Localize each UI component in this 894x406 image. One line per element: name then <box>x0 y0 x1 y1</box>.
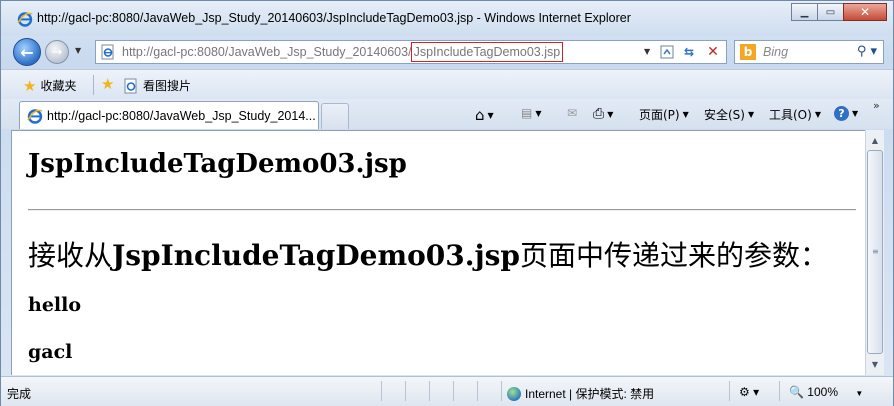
page-menu-label: 页面(P) <box>639 108 680 122</box>
vertical-scrollbar[interactable]: ▲ ≡ ▼ <box>865 130 884 375</box>
status-separator <box>729 381 730 401</box>
zone-label: Internet | 保护模式: 禁用 <box>525 387 655 401</box>
status-separator <box>429 381 430 401</box>
toolbar-overflow-icon[interactable]: » <box>873 99 880 112</box>
page-title: JspIncludeTagDemo03.jsp <box>28 149 407 179</box>
params-heading: 接收从JspIncludeTagDemo03.jsp页面中传递过来的参数： <box>28 234 828 274</box>
separator <box>93 75 94 95</box>
suggested-site-label: 看图搜片 <box>143 79 192 93</box>
ie-tab-icon <box>27 109 43 124</box>
home-button[interactable]: ⌂ ▼ <box>475 106 494 124</box>
tab-row: http://gacl-pc:8080/JavaWeb_Jsp_Study_20… <box>1 99 893 129</box>
grip-icon: ≡ <box>872 247 879 256</box>
rss-icon: ▤ <box>521 106 533 120</box>
address-url[interactable]: http://gacl-pc:8080/JavaWeb_Jsp_Study_20… <box>122 42 564 62</box>
back-button[interactable]: ← <box>13 38 41 66</box>
window-controls: ▁ ▭ ✕ <box>791 3 887 21</box>
horizontal-rule <box>28 209 856 211</box>
url-prefix: http://gacl-pc:8080/JavaWeb_Jsp_Study_20… <box>122 45 412 59</box>
favorites-bar: ★ 收藏夹 ★ 看图搜片 <box>1 69 893 99</box>
print-button[interactable]: ⎙ ▼ <box>593 106 613 122</box>
stop-icon[interactable]: ✕ <box>704 44 722 60</box>
navigation-bar: ← → ▼ http://gacl-pc:8080/JavaWeb_Jsp_St… <box>1 35 893 67</box>
feeds-button[interactable]: ▤ ▼ <box>521 106 542 120</box>
maximize-button[interactable]: ▭ <box>817 3 844 21</box>
settings-icon[interactable]: ⚙ ▾ <box>739 385 759 399</box>
status-separator <box>381 381 382 401</box>
help-icon: ? <box>834 106 849 121</box>
favorites-button[interactable]: ★ 收藏夹 <box>23 77 76 94</box>
param-value: gacl <box>28 341 73 363</box>
safety-menu-label: 安全(S) <box>704 108 745 122</box>
star-icon: ★ <box>23 76 37 95</box>
mail-icon: ✉ <box>567 106 578 120</box>
status-separator <box>477 381 478 401</box>
scroll-down-icon[interactable]: ▼ <box>867 356 883 372</box>
search-box[interactable]: b Bing ⚲ ▾ <box>734 40 884 64</box>
history-dropdown-icon[interactable]: ▼ <box>75 46 81 55</box>
heading-page-name: JspIncludeTagDemo03.jsp <box>112 239 520 272</box>
zoom-dropdown-icon: ▼ <box>855 389 864 398</box>
safety-menu[interactable]: 安全(S) ▼ <box>704 106 754 123</box>
status-separator <box>779 381 780 401</box>
tools-menu[interactable]: 工具(O) ▼ <box>769 106 821 123</box>
globe-icon <box>507 387 521 401</box>
arrow-left-icon: ← <box>20 42 34 62</box>
security-zone[interactable]: Internet | 保护模式: 禁用 <box>507 385 654 402</box>
favorites-label: 收藏夹 <box>40 79 77 93</box>
help-menu[interactable]: ? ▼ <box>834 106 858 121</box>
minimize-button[interactable]: ▁ <box>791 3 818 21</box>
status-separator <box>453 381 454 401</box>
status-separator <box>405 381 406 401</box>
status-separator <box>501 381 502 401</box>
address-dropdown-icon[interactable]: ▼ <box>644 47 650 56</box>
address-bar[interactable]: http://gacl-pc:8080/JavaWeb_Jsp_Study_20… <box>95 40 727 64</box>
add-favorite-button[interactable]: ★ <box>101 75 115 93</box>
tools-menu-label: 工具(O) <box>769 108 812 122</box>
bing-logo-icon: b <box>740 44 756 60</box>
page-menu[interactable]: 页面(P) ▼ <box>639 106 689 123</box>
title-bar: http://gacl-pc:8080/JavaWeb_Jsp_Study_20… <box>1 1 893 35</box>
new-tab-button[interactable] <box>321 103 349 129</box>
suggested-site-link[interactable]: 看图搜片 <box>123 77 191 94</box>
ie-logo-icon <box>17 12 33 27</box>
heading-suffix: 页面中传递过来的参数： <box>519 239 828 272</box>
zoom-control[interactable]: 🔍 100% ▼ <box>789 385 863 399</box>
param-value: hello <box>28 294 82 316</box>
add-favorite-star-icon: ★ <box>101 75 115 93</box>
status-text: 完成 <box>7 387 32 401</box>
zoom-level: 100% <box>807 385 838 399</box>
ie-page-icon <box>124 78 137 93</box>
home-icon: ⌂ <box>475 106 485 124</box>
search-icon[interactable]: ⚲ ▾ <box>857 44 877 59</box>
compatibility-view-icon[interactable] <box>658 44 676 60</box>
zoom-icon: 🔍 <box>789 385 804 399</box>
scroll-up-icon[interactable]: ▲ <box>867 132 883 148</box>
status-bar: 完成 Internet | 保护模式: 禁用 ⚙ ▾ 🔍 100% ▼ <box>1 376 893 406</box>
scroll-thumb[interactable]: ≡ <box>867 150 883 354</box>
mail-button[interactable]: ✉ <box>567 106 577 120</box>
browser-window: http://gacl-pc:8080/JavaWeb_Jsp_Study_20… <box>0 0 894 406</box>
window-title: http://gacl-pc:8080/JavaWeb_Jsp_Study_20… <box>37 11 631 25</box>
close-button[interactable]: ✕ <box>843 3 887 21</box>
refresh-icon[interactable]: ⇆ <box>680 44 698 60</box>
heading-prefix: 接收从 <box>28 239 113 272</box>
arrow-right-icon: → <box>51 44 63 60</box>
url-highlight: JspIncludeTagDemo03.jsp <box>410 42 564 62</box>
browser-tab[interactable]: http://gacl-pc:8080/JavaWeb_Jsp_Study_20… <box>19 101 319 129</box>
page-content: JspIncludeTagDemo03.jsp 接收从JspIncludeTag… <box>11 130 865 375</box>
forward-button[interactable]: → <box>45 40 69 64</box>
tab-label: http://gacl-pc:8080/JavaWeb_Jsp_Study_20… <box>47 109 316 123</box>
printer-icon: ⎙ <box>593 106 605 122</box>
page-icon <box>101 44 114 60</box>
search-placeholder: Bing <box>763 45 789 59</box>
